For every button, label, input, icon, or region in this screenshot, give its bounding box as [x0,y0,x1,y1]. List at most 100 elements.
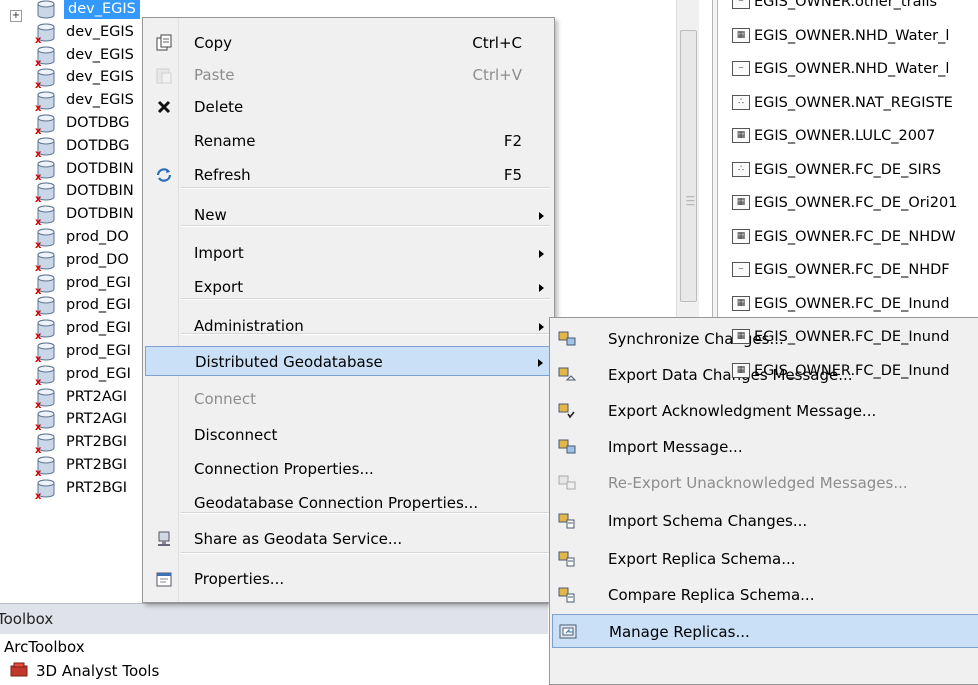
menu-item-label: Rename [194,132,256,150]
menu-item-export[interactable]: Export [145,272,552,302]
menu-item-label: Copy [194,34,233,52]
submenu-item-label: Import Message... [608,438,743,456]
menu-item-connection-properties[interactable]: Connection Properties... [145,454,552,484]
paste-icon [155,66,173,84]
database-connection-icon: x [35,23,57,46]
svg-text:x: x [35,468,42,476]
line-feature-class-icon: ⎯ [732,61,750,76]
menu-item-shortcut: Ctrl+C [472,34,522,52]
tree-item-label: DOTDBG [66,115,130,131]
submenu-item-export-acknowledgment-message[interactable]: Export Acknowledgment Message... [552,394,978,428]
submenu-arrow-icon [539,323,544,331]
menu-item-delete[interactable]: Delete [145,92,552,122]
menu-item-shortcut: F5 [503,166,522,184]
feature-class-label: EGIS_OWNER.NHD_Water_l [754,27,950,44]
svg-text:x: x [35,172,42,180]
feature-class-label: EGIS_OWNER.FC_DE_Inund [754,362,950,379]
scrollbar-thumb[interactable]: — — — [680,30,697,302]
menu-item-label: Paste [194,66,235,84]
import-schema-icon [558,512,576,530]
menu-item-refresh[interactable]: Refresh F5 [145,160,552,190]
scrollbar-grip-icon: — — — [686,192,695,210]
tree-item-label: prod_EGI [66,343,131,359]
menu-item-distributed-geodatabase[interactable]: Distributed Geodatabase [145,346,552,376]
tree-item-label: prod_DO [66,229,129,245]
tree-scrollbar[interactable]: — — — [676,0,699,330]
menu-item-label: Disconnect [194,426,278,444]
feature-class-label: EGIS_OWNER.NHD_Water_l [754,61,950,77]
database-connection-icon: x [35,342,57,365]
svg-text:x: x [35,354,42,362]
toolbox-item-label: 3D Analyst Tools [36,662,160,680]
tree-item-label: prod_DO [66,251,129,268]
tree-item-label: prod_EGI [66,274,131,291]
menu-item-label: Refresh [194,166,251,184]
submenu-item-manage-replicas[interactable]: Manage Replicas... [552,614,978,648]
database-connection-icon: x [35,160,57,183]
svg-text:x: x [35,400,42,408]
submenu-item-import-message[interactable]: Import Message... [552,430,978,464]
tree-item-label: prod_EGI [66,365,131,382]
feature-class-label: EGIS_OWNER.FC_DE_NHDF [754,262,950,278]
svg-text:x: x [35,422,42,430]
database-connection-icon: x [35,228,57,251]
feature-class-label: EGIS_OWNER.FC_DE_Inund [754,295,950,312]
tree-item-label: DOTDBIN [66,183,134,200]
tree-item-label: prod_EGI [66,320,131,337]
feature-class-label: EGIS_OWNER.FC_DE_Ori201 [754,195,958,211]
menu-item-label: Export [194,278,244,296]
tree-item-label: PRT2BGI [66,479,128,496]
svg-text:x: x [35,331,42,339]
submenu-item-re-export-unacknowledged-messages[interactable]: Re-Export Unacknowledged Messages... [552,466,978,500]
svg-text:x: x [35,445,42,453]
arctoolbox-node[interactable]: ArcToolbox [4,638,85,656]
submenu-item-compare-replica-schema[interactable]: Compare Replica Schema... [552,578,978,612]
synchronize-icon [558,330,576,348]
import-message-icon [558,438,576,456]
submenu-item-label: Export Acknowledgment Message... [608,402,877,420]
menu-item-properties[interactable]: Properties... [145,564,552,594]
submenu-item-label: Import Schema Changes... [608,512,808,530]
menu-item-disconnect[interactable]: Disconnect [145,420,552,450]
export-schema-icon [558,550,576,568]
menu-item-label: Distributed Geodatabase [195,353,383,371]
refresh-icon [155,166,173,184]
menu-item-import[interactable]: Import [145,238,552,268]
database-connection-icon: x [35,319,57,342]
tree-item-label: PRT2AGI [66,411,128,428]
share-service-icon [155,530,173,548]
svg-text:x: x [35,308,42,316]
menu-item-administration[interactable]: Administration [145,311,552,341]
database-connection-icon: x [35,68,57,91]
raster-feature-class-icon: ▦ [732,329,750,344]
svg-text:x: x [35,263,42,271]
raster-feature-class-icon: ▦ [732,295,750,311]
submenu-item-export-replica-schema[interactable]: Export Replica Schema... [552,542,978,576]
svg-text:x: x [35,217,42,225]
menu-item-copy[interactable]: Copy Ctrl+C [145,28,552,58]
svg-text:x: x [35,149,42,157]
submenu-item-import-schema-changes[interactable]: Import Schema Changes... [552,504,978,538]
submenu-item-label: Compare Replica Schema... [608,586,815,604]
svg-text:x: x [35,80,42,88]
submenu-item-label: Re-Export Unacknowledged Messages... [608,474,908,492]
submenu-arrow-icon [538,359,543,367]
database-connection-icon: x [35,251,57,274]
feature-class-label: EGIS_OWNER.other_trails [754,0,938,10]
raster-feature-class-icon: ▦ [732,228,750,244]
menu-item-connect[interactable]: Connect [145,384,552,414]
menu-item-label: Properties... [194,570,285,588]
tree-item-label: DOTDBG [66,137,130,154]
database-connection-icon: x [35,479,57,502]
menu-item-share-as-geodata-service[interactable]: Share as Geodata Service... [145,524,552,554]
database-connection-icon: x [35,182,57,205]
feature-class-label: EGIS_OWNER.FC_DE_NHDW [754,228,956,245]
menu-item-paste[interactable]: Paste Ctrl+V [145,60,552,90]
database-connection-icon: x [35,365,57,388]
manage-replicas-icon [559,623,577,641]
submenu-arrow-icon [539,284,544,292]
tree-item-label: dev_EGIS [64,0,140,19]
menu-item-new[interactable]: New [145,200,552,230]
menu-item-rename[interactable]: Rename F2 [145,126,552,156]
menu-item-geodatabase-connection-properties[interactable]: Geodatabase Connection Properties... [145,488,552,518]
